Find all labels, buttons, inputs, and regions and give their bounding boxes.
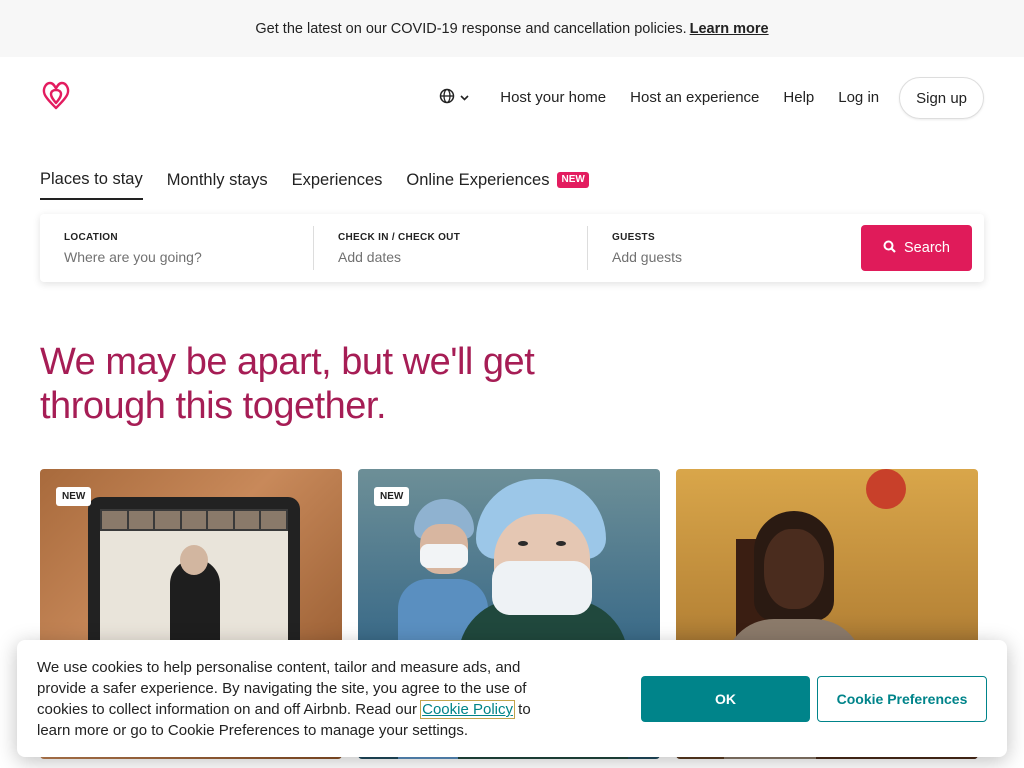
card-new-badge: NEW [56, 487, 92, 506]
guests-label: GUESTS [612, 231, 655, 243]
guests-input[interactable] [612, 248, 832, 265]
cookie-policy-link[interactable]: Cookie Policy [420, 700, 515, 719]
globe-icon [439, 88, 455, 108]
language-selector[interactable] [435, 78, 474, 118]
page-headline: We may be apart, but we'll get through t… [40, 341, 535, 427]
search-icon [883, 240, 896, 257]
banner-text: Get the latest on our COVID-19 response … [255, 20, 687, 37]
dates-input[interactable] [338, 248, 558, 265]
dates-field[interactable]: CHECK IN / CHECK OUT [313, 226, 587, 270]
search-bar: LOCATION CHECK IN / CHECK OUT GUESTS Sea… [40, 214, 984, 282]
search-button[interactable]: Search [861, 225, 972, 271]
airbnb-logo-icon[interactable] [40, 79, 72, 118]
host-an-experience-link[interactable]: Host an experience [618, 78, 771, 118]
learn-more-link[interactable]: Learn more [690, 21, 769, 37]
new-badge: NEW [557, 172, 589, 188]
search-button-label: Search [904, 240, 950, 256]
log-in-link[interactable]: Log in [826, 78, 891, 118]
tab-monthly-stays[interactable]: Monthly stays [167, 166, 268, 200]
guests-field[interactable]: GUESTS [587, 226, 861, 270]
dates-label: CHECK IN / CHECK OUT [338, 231, 461, 243]
tab-online-experiences[interactable]: Online Experiences NEW [406, 166, 589, 200]
covid-banner: Get the latest on our COVID-19 response … [0, 0, 1024, 57]
location-input[interactable] [64, 248, 284, 265]
search-tabs: Places to stay Monthly stays Experiences… [40, 166, 589, 200]
cookie-banner: We use cookies to help personalise conte… [17, 640, 1007, 757]
header: Host your home Host an experience Help L… [40, 57, 984, 139]
cookie-message: We use cookies to help personalise conte… [37, 659, 531, 739]
card-new-badge: NEW [374, 487, 410, 506]
tab-places-to-stay[interactable]: Places to stay [40, 166, 143, 200]
cookie-ok-button[interactable]: OK [641, 676, 810, 722]
tab-experiences[interactable]: Experiences [292, 166, 383, 200]
header-nav: Host your home Host an experience Help L… [435, 77, 984, 119]
cookie-preferences-button[interactable]: Cookie Preferences [817, 676, 987, 722]
location-label: LOCATION [64, 231, 118, 243]
sign-up-button[interactable]: Sign up [899, 77, 984, 119]
help-link[interactable]: Help [771, 78, 826, 118]
host-your-home-link[interactable]: Host your home [488, 78, 618, 118]
location-field[interactable]: LOCATION [40, 226, 313, 270]
chevron-down-icon [459, 90, 470, 107]
